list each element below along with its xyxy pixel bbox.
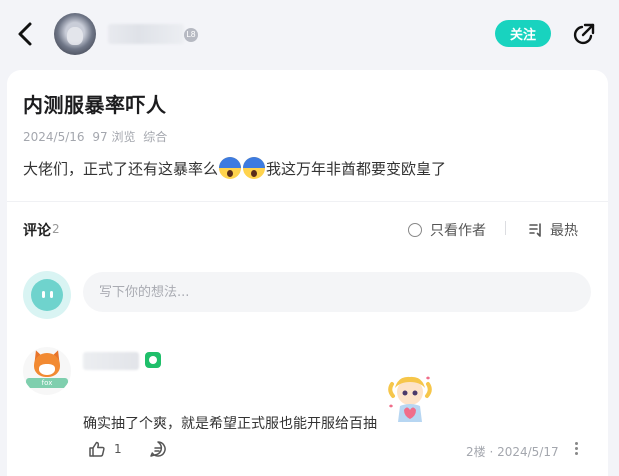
author-name-blurred[interactable] [108,24,184,44]
post-views: 97 浏览 [92,130,136,144]
sticker-image [388,376,432,422]
more-options-icon[interactable] [570,440,582,458]
post-body-text-1: 大佬们，正式了还有这暴率么 [23,160,219,178]
post-body-text-2: 我这万年非酋都要变欧皇了 [266,160,447,178]
section-divider [7,201,608,202]
post-meta: 2024/5/16 97 浏览 综合 [23,128,171,145]
thumbs-up-icon [89,441,105,457]
verified-badge-icon [145,352,161,368]
post-title: 内测服暴率吓人 [23,93,167,117]
commenter-name-blurred[interactable] [83,352,139,370]
chevron-left-icon[interactable] [14,20,38,48]
scream-emoji-icon [219,157,242,179]
follow-button[interactable]: 关注 [495,20,551,47]
comments-count: 2 [52,222,60,236]
toolbar-separator [505,221,506,235]
comment-input[interactable] [83,272,591,312]
reply-icon[interactable] [149,440,167,458]
post-category[interactable]: 综合 [143,130,167,144]
sort-label: 最热 [550,223,578,239]
commenter-avatar[interactable]: fox [23,347,71,395]
radio-icon[interactable] [408,223,422,237]
like-count: 1 [114,442,122,456]
sort-icon [529,223,541,237]
comments-label: 评论 [23,223,51,239]
comment-floor-date: 2楼 · 2024/5/17 [466,445,559,459]
author-only-toggle[interactable]: 只看作者 [408,220,486,240]
my-avatar [23,271,71,319]
sort-hot-button[interactable]: 最热 [528,220,578,240]
comment-text: 确实抽了个爽，就是希望正式服也能开服给百抽 [83,416,377,432]
fox-face [39,364,55,375]
post-date: 2024/5/16 [23,130,85,144]
author-only-label: 只看作者 [430,223,486,239]
post-body: 大佬们，正式了还有这暴率么 我这万年非酋都要变欧皇了 [23,157,446,179]
scream-emoji-icon [243,157,266,179]
level-badge: L8 [184,28,198,42]
author-avatar[interactable] [54,13,96,55]
like-button[interactable]: 1 [88,440,122,458]
top-bar: L8 关注 [0,0,619,68]
fox-ribbon: fox [26,378,68,388]
share-icon[interactable] [572,22,596,46]
